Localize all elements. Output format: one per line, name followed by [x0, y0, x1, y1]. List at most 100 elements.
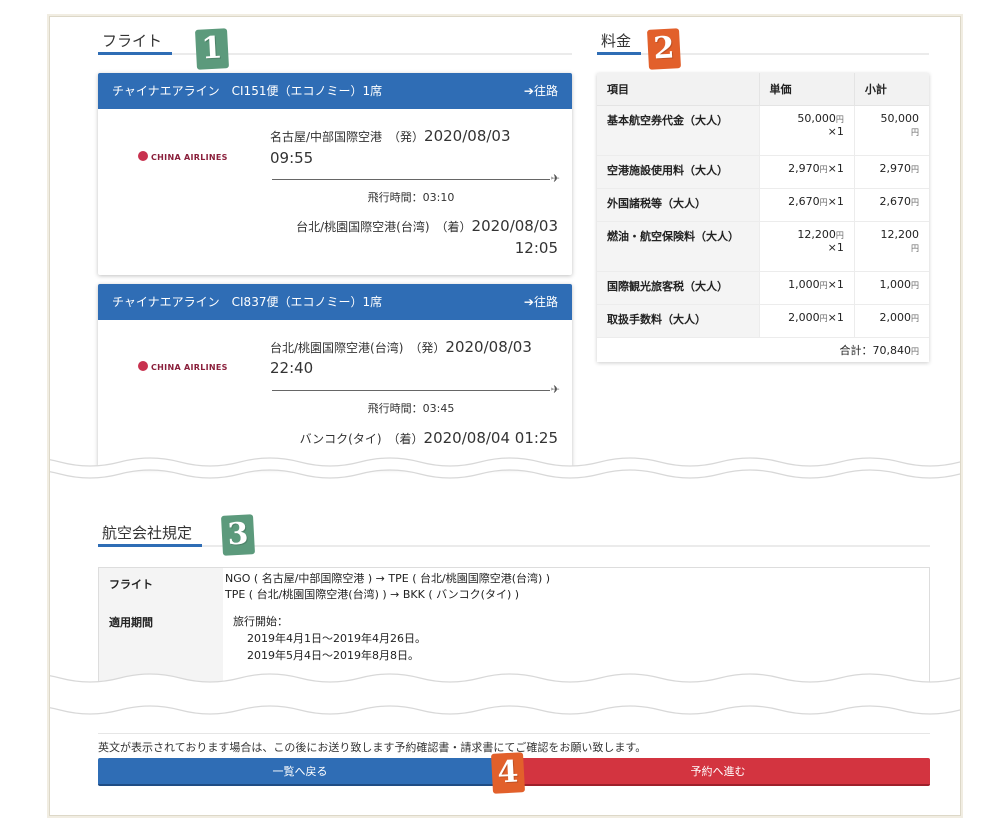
fare-subtotal: 2,000円	[853, 304, 929, 338]
fare-total: 合計：70,840円	[597, 338, 929, 362]
fare-subtotal: 2,970円	[853, 155, 929, 189]
fare-unit-price: 2,670円×1	[758, 188, 855, 222]
quantity: ×1	[827, 310, 844, 324]
cut-separator	[50, 673, 960, 715]
subtotal-value: 50,000	[880, 111, 920, 125]
divider	[98, 733, 930, 734]
unit-price-value: 12,200	[797, 227, 836, 241]
departure-date: 2020/08/03	[424, 127, 511, 145]
subtotal-value: 1,000	[879, 277, 912, 291]
fare-header-row: 項目 単価 小計	[597, 73, 929, 106]
table-row: 燃油・航空保険料（大人） 12,200円 ×1 12,200 円	[597, 221, 929, 272]
airline-logo-text: CHINA AIRLINES	[151, 153, 228, 162]
fare-col-subtotal: 小計	[853, 73, 929, 106]
table-row: 空港施設使用料（大人） 2,970円×1 2,970円	[597, 155, 929, 189]
direction-link[interactable]: ➔往路	[524, 73, 558, 109]
yen-unit: 円	[911, 280, 919, 290]
yen-unit: 円	[911, 243, 919, 253]
departure-info: 名古屋/中部国際空港 （発）2020/08/03	[270, 127, 511, 145]
departure-place: 名古屋/中部国際空港 （発）	[270, 130, 425, 144]
fare-item: 基本航空券代金（大人）	[597, 105, 759, 156]
airplane-icon: ✈	[550, 383, 560, 396]
proceed-to-booking-button[interactable]: 予約へ進む	[506, 758, 930, 786]
departure-info: 台北/桃園国際空港(台湾) （発）2020/08/03	[270, 338, 532, 356]
quantity: ×1	[827, 161, 844, 175]
arrival-date: 2020/08/03	[471, 217, 558, 235]
table-row: 取扱手数料（大人） 2,000円×1 2,000円	[597, 304, 929, 338]
rules-flight-label: フライト	[99, 568, 223, 606]
route-line-text: NGO ( 名古屋/中部国際空港 ) → TPE ( 台北/桃園国際空港(台湾)…	[225, 572, 551, 585]
direction-label: 往路	[533, 295, 558, 309]
rules-section-title: 航空会社規定	[102, 524, 193, 542]
total-value: 70,840	[872, 343, 912, 357]
direction-link[interactable]: ➔往路	[524, 284, 558, 320]
arrival-info: 台北/桃園国際空港(台湾) （着）2020/08/03	[296, 217, 558, 235]
airline-logo: CHINA AIRLINES	[138, 361, 228, 375]
step-badge-1: 1	[194, 28, 230, 70]
airline-logo: CHINA AIRLINES	[138, 151, 228, 165]
unit-price-value: 50,000	[797, 111, 836, 125]
yen-unit: 円	[819, 313, 828, 323]
fare-unit-price: 1,000円×1	[758, 271, 855, 305]
subtotal-value: 2,000	[879, 310, 912, 324]
subtotal-value: 12,200	[880, 227, 920, 241]
rules-flight-value: NGO ( 名古屋/中部国際空港 ) → TPE ( 台北/桃園国際空港(台湾)…	[225, 571, 550, 603]
departure-time: 22:40	[270, 359, 314, 377]
quantity: ×1	[827, 124, 844, 138]
yen-unit: 円	[819, 280, 828, 290]
fare-col-item: 項目	[597, 73, 759, 106]
flight-card-header: チャイナエアライン CI151便（エコノミー）1席 ➔往路	[98, 73, 572, 109]
direction-label: 往路	[533, 84, 558, 98]
fare-item: 国際観光旅客税（大人）	[597, 271, 759, 305]
section-underline	[98, 544, 202, 547]
unit-price-value: 2,000	[788, 310, 820, 324]
quantity: ×1	[827, 194, 844, 208]
yen-unit: 円	[911, 127, 919, 137]
flight-card-1: チャイナエアライン CI151便（エコノミー）1席 ➔往路 CHINA AIRL…	[98, 73, 572, 275]
fare-table-card: 項目 単価 小計 基本航空券代金（大人） 50,000円 ×1 50,000 円 空…	[597, 73, 929, 362]
unit-price-value: 2,970	[788, 161, 820, 175]
fare-item: 燃油・航空保険料（大人）	[597, 221, 759, 272]
yen-unit: 円	[819, 197, 828, 207]
arrival-time: 12:05	[514, 239, 558, 257]
step-badge-3: 3	[220, 514, 256, 556]
flight-duration: 飛行時間：03:10	[367, 191, 455, 204]
fare-item: 空港施設使用料（大人）	[597, 155, 759, 189]
airline-rules-table: フライト NGO ( 名古屋/中部国際空港 ) → TPE ( 台北/桃園国際空…	[98, 567, 930, 688]
flight-card-2: チャイナエアライン CI837便（エコノミー）1席 ➔往路 CHINA AIRL…	[98, 284, 572, 468]
airline-logo-text: CHINA AIRLINES	[151, 363, 228, 372]
quantity: ×1	[827, 277, 844, 291]
flight-duration: 飛行時間：03:45	[367, 402, 455, 415]
yen-unit: 円	[835, 114, 844, 124]
unit-price-value: 2,670	[788, 194, 820, 208]
fare-subtotal: 50,000 円	[853, 105, 929, 156]
yen-unit: 円	[835, 230, 844, 240]
fare-item: 外国諸税等（大人）	[597, 188, 759, 222]
yen-unit: 円	[911, 164, 919, 174]
table-row: 国際観光旅客税（大人） 1,000円×1 1,000円	[597, 271, 929, 305]
fare-subtotal: 1,000円	[853, 271, 929, 305]
fare-subtotal: 12,200 円	[853, 221, 929, 272]
table-row: 外国諸税等（大人） 2,670円×1 2,670円	[597, 188, 929, 222]
arrival-place: バンコク(タイ) （着）	[299, 432, 424, 446]
period-line: 旅行開始：	[233, 615, 288, 628]
cut-separator	[50, 457, 960, 479]
subtotal-value: 2,670	[879, 194, 912, 208]
flight-card-header: チャイナエアライン CI837便（エコノミー）1席 ➔往路	[98, 284, 572, 320]
plum-blossom-icon	[138, 151, 148, 161]
flight-section-title: フライト	[102, 32, 163, 50]
fare-table: 項目 単価 小計 基本航空券代金（大人） 50,000円 ×1 50,000 円 空…	[597, 73, 929, 338]
back-to-list-button[interactable]: 一覧へ戻る	[98, 758, 502, 786]
fare-subtotal: 2,670円	[853, 188, 929, 222]
step-badge-4: 4	[490, 752, 526, 794]
plum-blossom-icon	[138, 361, 148, 371]
airplane-icon: ✈	[550, 172, 560, 185]
yen-unit: 円	[911, 346, 919, 356]
route-line-text: TPE ( 台北/桃園国際空港(台湾) ) → BKK ( バンコク(タイ) )	[225, 588, 520, 601]
arrival-info: バンコク(タイ) （着）2020/08/04 01:25	[300, 429, 558, 447]
fare-item: 取扱手数料（大人）	[597, 304, 759, 338]
table-row: 基本航空券代金（大人） 50,000円 ×1 50,000 円	[597, 105, 929, 156]
flight-title: チャイナエアライン CI837便（エコノミー）1席	[112, 295, 383, 309]
step-badge-2: 2	[646, 28, 682, 70]
period-line: 2019年4月1日～2019年4月26日。	[247, 632, 426, 645]
